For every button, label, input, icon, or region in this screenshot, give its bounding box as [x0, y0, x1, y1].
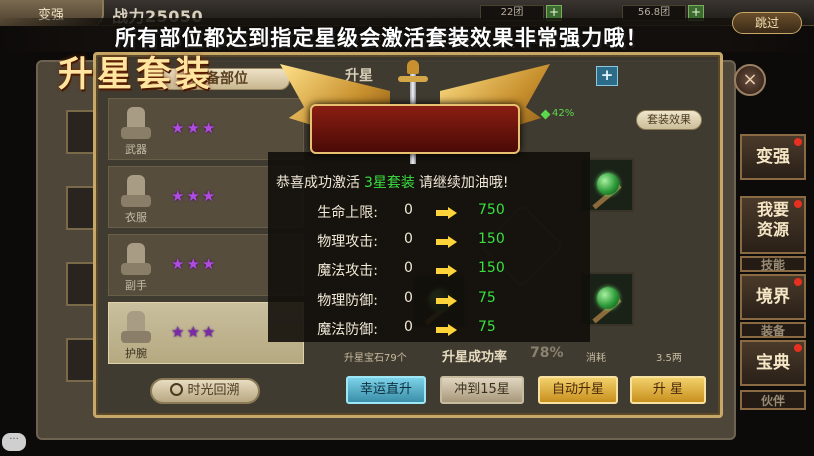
- star-rating: ★★★: [171, 323, 218, 341]
- arrow-right-icon: [436, 265, 458, 277]
- arrow-right-icon: [436, 295, 458, 307]
- stat-row-hp: 生命上限: 0 750: [268, 202, 590, 224]
- star-rating: ★★★: [171, 119, 218, 137]
- time-rewind-label: 时光回溯: [187, 383, 240, 398]
- row-label: 护腕: [125, 347, 147, 360]
- congrats-suffix: 请继续加油哦!: [418, 175, 509, 191]
- success-rate-label: 升星成功率: [442, 350, 508, 365]
- skip-button[interactable]: 跳过: [732, 12, 802, 34]
- stat-to: 75: [478, 290, 496, 306]
- stat-from: 0: [404, 231, 413, 247]
- clock-icon: [170, 383, 184, 396]
- chat-icon[interactable]: ···: [2, 433, 26, 451]
- stat-row-magic-def: 魔法防御: 0 75: [268, 319, 590, 341]
- progress-percent: 42%: [552, 108, 575, 119]
- stat-row-phys-def: 物理防御: 0 75: [268, 290, 590, 312]
- offhand-icon: [117, 241, 155, 279]
- side-nav-partner[interactable]: 伙伴: [740, 390, 806, 410]
- stat-name: 魔法攻击:: [317, 263, 378, 279]
- time-rewind-button[interactable]: 时光回溯: [150, 378, 260, 404]
- stat-from: 0: [404, 260, 413, 276]
- stat-name: 物理攻击:: [317, 234, 378, 250]
- side-nav-label: 宝典: [756, 353, 790, 373]
- upgrade-star-button[interactable]: 升 星: [630, 376, 706, 404]
- notification-dot: [794, 344, 802, 352]
- row-label: 武器: [125, 143, 147, 156]
- cost-value: 3.5两: [656, 353, 682, 364]
- notification-dot: [794, 200, 802, 208]
- stat-name: 魔法防御:: [317, 322, 378, 338]
- lucky-upgrade-button[interactable]: 幸运直升: [346, 376, 426, 404]
- stat-to: 150: [478, 231, 505, 247]
- arrow-right-icon: [436, 324, 458, 336]
- stat-from: 0: [404, 319, 413, 335]
- weapon-icon: [117, 105, 155, 143]
- arrow-right-icon: [436, 236, 458, 248]
- congrats-message: 恭喜成功激活 3星套装 请继续加油哦!: [276, 172, 509, 192]
- congrats-prefix: 恭喜成功激活: [276, 175, 360, 191]
- star-rating: ★★★: [171, 187, 218, 205]
- stat-to: 75: [478, 319, 496, 335]
- stat-to: 150: [478, 260, 505, 276]
- title-emblem: [280, 60, 550, 170]
- stat-name: 生命上限:: [317, 205, 378, 221]
- side-nav-equip[interactable]: 装备: [740, 322, 806, 338]
- arrow-right-icon: [436, 207, 458, 219]
- row-label: 副手: [125, 279, 147, 292]
- notification-dot: [794, 278, 802, 286]
- stat-to: 750: [478, 202, 505, 218]
- side-nav-label: 境界: [756, 287, 790, 307]
- rush-to-15-button[interactable]: 冲到15星: [440, 376, 524, 404]
- success-rate-value: 78%: [530, 345, 564, 361]
- equip-row-weapon[interactable]: 武器 ★★★: [108, 98, 304, 160]
- title-plate: [310, 104, 520, 154]
- star-rating: ★★★: [171, 255, 218, 273]
- side-nav-label: 变强: [756, 147, 790, 167]
- auto-upgrade-button[interactable]: 自动升星: [538, 376, 618, 404]
- suit-level-highlight: 3星套装: [364, 175, 415, 191]
- stat-from: 0: [404, 202, 413, 218]
- stat-row-phys-atk: 物理攻击: 0 150: [268, 231, 590, 253]
- armor-icon: [117, 173, 155, 211]
- stat-from: 0: [404, 290, 413, 306]
- green-gem-icon: [597, 173, 619, 195]
- green-gem-icon: [597, 287, 619, 309]
- side-nav-resources[interactable]: 我要资源: [740, 196, 806, 254]
- side-nav-strengthen[interactable]: 变强: [740, 134, 806, 180]
- row-label: 衣服: [125, 211, 147, 224]
- cost-label: 消耗: [586, 353, 606, 364]
- stat-name: 物理防御:: [317, 293, 378, 309]
- side-nav-realm[interactable]: 境界: [740, 274, 806, 320]
- add-button[interactable]: +: [596, 66, 618, 86]
- side-nav-label: 我要资源: [756, 200, 789, 239]
- stat-row-magic-atk: 魔法攻击: 0 150: [268, 260, 590, 282]
- suit-effect-button[interactable]: 套装效果: [636, 110, 702, 130]
- bracer-icon: [117, 309, 155, 347]
- side-nav-skill[interactable]: 技能: [740, 256, 806, 272]
- star-stone-count: 升星宝石79个: [344, 353, 407, 364]
- modal-title: 升星套装: [57, 54, 214, 95]
- side-nav-codex[interactable]: 宝典: [740, 340, 806, 386]
- notification-dot: [794, 138, 802, 146]
- close-button[interactable]: ×: [734, 64, 766, 96]
